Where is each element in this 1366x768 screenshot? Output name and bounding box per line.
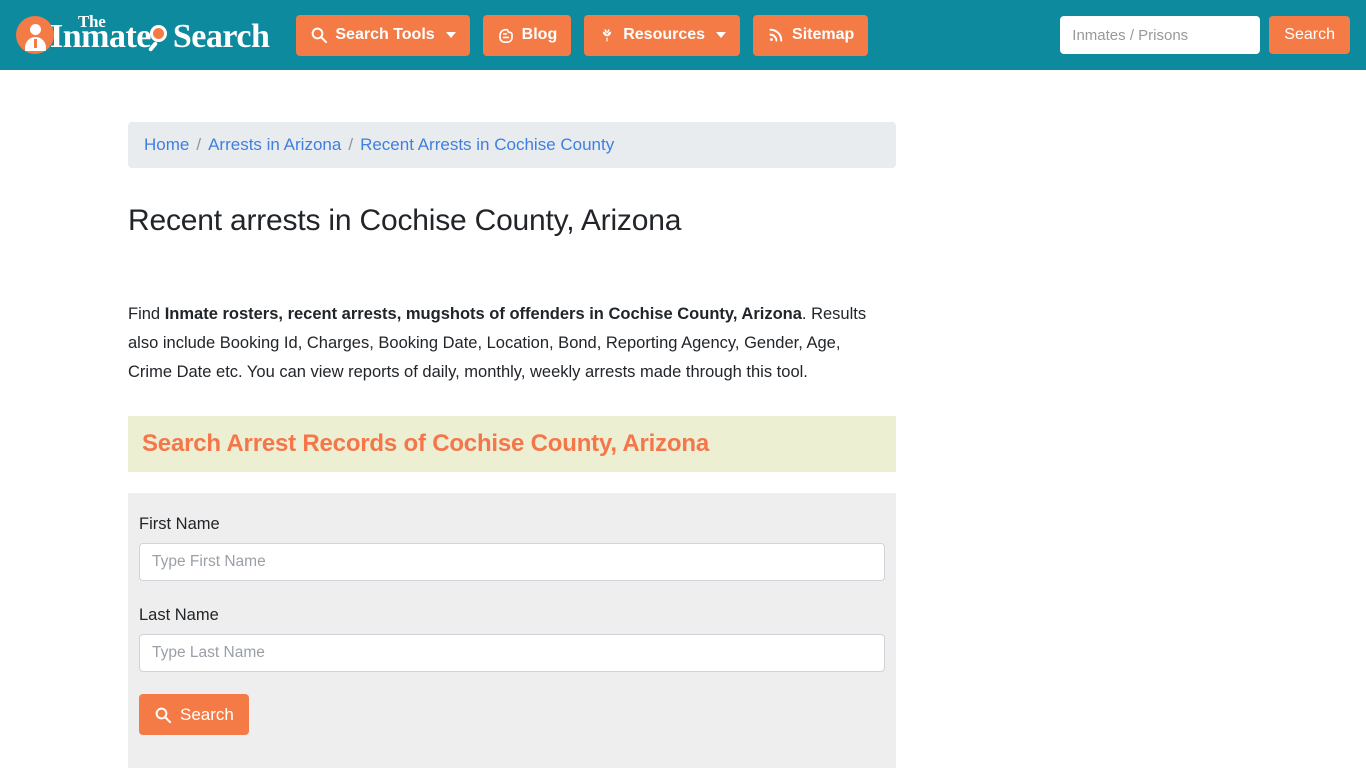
last-name-input[interactable]	[139, 634, 885, 672]
logo-search-text: Search	[172, 18, 270, 55]
logo-the-text: The	[78, 12, 106, 31]
form-search-label: Search	[180, 704, 234, 724]
logo-wordmark: The Inmate Search	[50, 12, 270, 58]
nav-search-tools-label: Search Tools	[335, 26, 435, 43]
header-search-input[interactable]	[1060, 16, 1261, 54]
person-in-circle-icon	[16, 16, 54, 54]
site-header: The Inmate Search Search Tools Blog Reso…	[0, 0, 1366, 70]
nav-blog-button[interactable]: Blog	[482, 14, 572, 56]
nav-search-tools-button[interactable]: Search Tools	[296, 14, 470, 56]
chevron-down-icon	[716, 32, 727, 38]
nav-sitemap-label: Sitemap	[792, 26, 855, 43]
page-title: Recent arrests in Cochise County, Arizon…	[128, 204, 682, 237]
nav-blog-label: Blog	[521, 26, 558, 43]
header-search: Search	[1060, 16, 1350, 54]
breadcrumb-separator: /	[196, 135, 202, 154]
magnifier-icon	[154, 706, 172, 724]
breadcrumb-separator: /	[348, 135, 354, 154]
arrest-search-form: First Name Last Name Search	[128, 493, 896, 768]
first-name-input[interactable]	[139, 543, 885, 581]
last-name-label: Last Name	[139, 606, 219, 624]
leaf-icon	[598, 26, 616, 44]
first-name-label: First Name	[139, 515, 220, 533]
intro-paragraph: Find Inmate rosters, recent arrests, mug…	[128, 300, 888, 387]
main-navigation: Search Tools Blog Resources Sitemap	[296, 14, 869, 56]
page-body: Home / Arrests in Arizona / Recent Arres…	[0, 70, 1366, 768]
chevron-down-icon	[445, 32, 456, 38]
nav-resources-button[interactable]: Resources	[584, 14, 741, 56]
breadcrumb-item-recent-arrests[interactable]: Recent Arrests in Cochise County	[360, 135, 614, 155]
first-name-group: First Name	[139, 515, 885, 581]
intro-lead: Find	[128, 305, 165, 323]
magnifier-icon	[147, 25, 174, 52]
breadcrumb-item-home[interactable]: Home	[144, 135, 189, 155]
content-container: Home / Arrests in Arizona / Recent Arres…	[128, 122, 896, 768]
breadcrumb: Home / Arrests in Arizona / Recent Arres…	[128, 122, 896, 168]
nav-sitemap-button[interactable]: Sitemap	[753, 14, 869, 56]
blogger-icon	[497, 26, 515, 44]
breadcrumb-item-arrests-in-arizona[interactable]: Arrests in Arizona	[208, 135, 341, 155]
section-banner-title: Search Arrest Records of Cochise County,…	[142, 430, 709, 457]
nav-resources-label: Resources	[623, 26, 706, 43]
rss-icon	[767, 26, 785, 44]
header-search-button[interactable]: Search	[1269, 16, 1350, 54]
site-logo[interactable]: The Inmate Search	[16, 11, 270, 59]
section-banner: Search Arrest Records of Cochise County,…	[128, 416, 896, 472]
magnifier-icon	[310, 26, 328, 44]
last-name-group: Last Name	[139, 606, 885, 672]
form-search-button[interactable]: Search	[139, 694, 249, 735]
intro-bold: Inmate rosters, recent arrests, mugshots…	[164, 305, 802, 323]
